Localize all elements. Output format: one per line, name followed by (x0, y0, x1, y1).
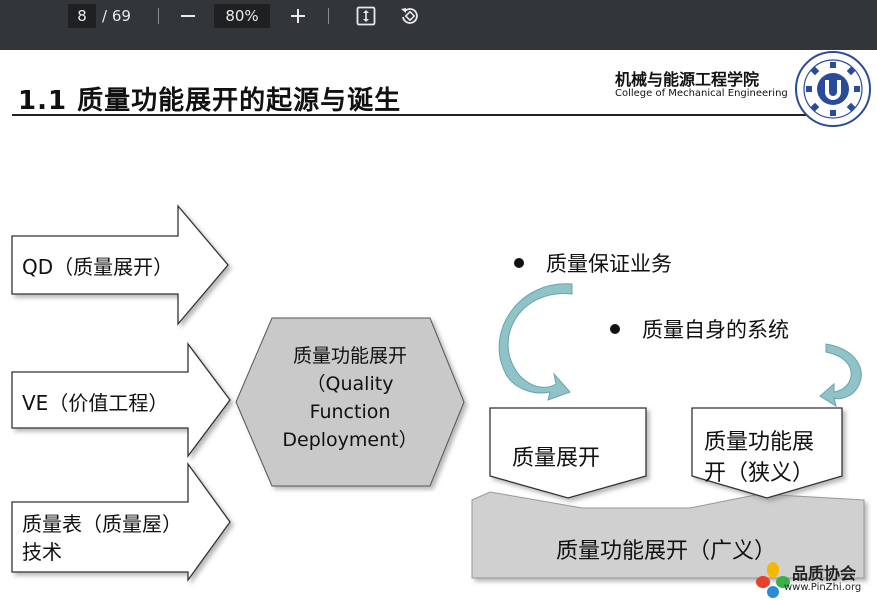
watermark-en: www.PinZhi.org (784, 582, 862, 593)
input-label-ve: VE（价值工程） (22, 391, 169, 415)
bullet-text: 质量自身的系统 (642, 318, 789, 342)
curved-arrow-left (498, 283, 573, 401)
bullet-icon (514, 258, 524, 268)
bullet-item-quality-system: 质量自身的系统 (610, 314, 789, 344)
quality-deployment-label: 质量展开 (512, 446, 601, 471)
bullet-text: 质量保证业务 (546, 252, 672, 276)
hexagon-line-3: Function (309, 401, 391, 423)
narrow-qfd-label-line1: 质量功能展 (704, 430, 815, 455)
hexagon-line-1: 质量功能展开 (292, 345, 407, 367)
hexagon-line-4: Deployment） (282, 429, 418, 451)
input-label-qd: QD（质量展开） (22, 255, 174, 279)
watermark-cn: 品质协会 (792, 564, 857, 583)
input-label-house-line1: 质量表（质量屋） (22, 512, 182, 536)
curved-arrow-right (819, 343, 862, 408)
bullet-item-quality-assurance: 质量保证业务 (514, 248, 672, 278)
input-label-house-line2: 技术 (22, 540, 62, 564)
hexagon-line-2: （Quality (306, 373, 394, 395)
broad-qfd-label: 质量功能展开（广义） (556, 539, 777, 564)
bullet-icon (610, 324, 620, 334)
hexagon-label: 质量功能展开 （Quality Function Deployment） (250, 342, 450, 454)
narrow-qfd-label-line2: 开（狭义） (704, 461, 815, 486)
pinzhi-watermark: 品质协会 www.PinZhi.org (756, 560, 876, 600)
